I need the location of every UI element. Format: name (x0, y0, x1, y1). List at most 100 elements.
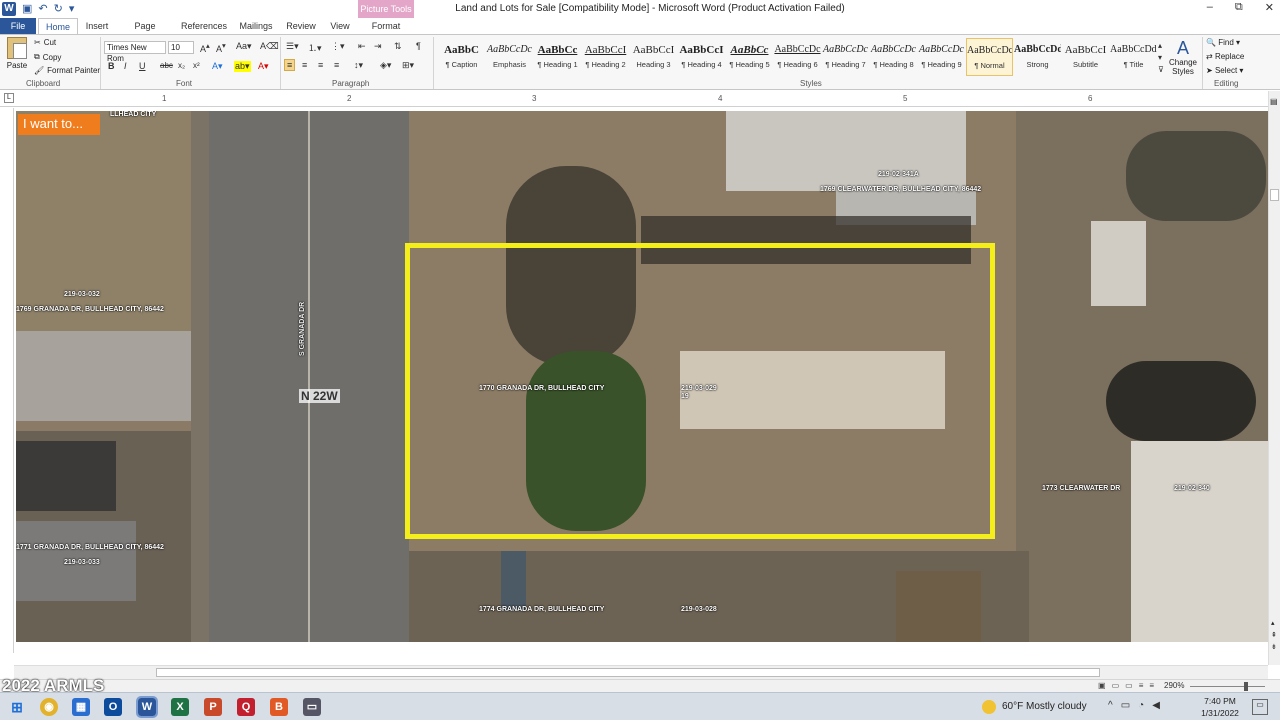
monitor-icon[interactable]: ▭ (303, 698, 321, 716)
bullets-icon[interactable]: ☰▾ (286, 41, 299, 52)
select-button[interactable]: ➤ Select ▾ (1206, 66, 1243, 75)
word-logo-icon[interactable]: W (2, 2, 16, 16)
font-size-select[interactable]: 10 (168, 41, 194, 54)
tab-home[interactable]: Home (38, 18, 78, 34)
align-left-icon[interactable]: ≡ (284, 59, 296, 71)
bold-button[interactable]: B (108, 61, 115, 71)
minimize-button[interactable]: – (1207, 1, 1213, 14)
zoom-slider-thumb[interactable] (1244, 682, 1248, 691)
borders-icon[interactable]: ⊞▾ (402, 60, 414, 71)
text-effects-icon[interactable]: A▾ (212, 61, 223, 72)
explorer-icon[interactable]: ▦ (72, 698, 90, 716)
font-color-icon[interactable]: A▾ (258, 61, 269, 72)
tab-file[interactable]: File (0, 18, 36, 34)
weather-text[interactable]: 60°F Mostly cloudy (1002, 701, 1087, 712)
copy-button[interactable]: ⧉ Copy (34, 52, 61, 62)
web-layout-icon[interactable]: ▭ (1125, 681, 1133, 690)
draft-icon[interactable]: ≡ (1149, 681, 1154, 690)
align-center-icon[interactable]: ≡ (302, 60, 307, 70)
scroll-up-icon[interactable]: ▴ (1271, 619, 1275, 627)
outline-icon[interactable]: ≡ (1139, 681, 1144, 690)
tab-selector-icon[interactable]: L (4, 93, 14, 103)
print-layout-icon[interactable]: ▣ (1098, 681, 1106, 690)
style-item[interactable]: AaBbCcI Heading 3 (630, 38, 677, 76)
align-right-icon[interactable]: ≡ (318, 60, 323, 70)
font-name-select[interactable]: Times New Rom (104, 41, 166, 63)
ruler-toggle-icon[interactable]: ▤ (1270, 97, 1278, 106)
weather-icon[interactable] (982, 700, 996, 714)
next-page-icon[interactable]: ⇟ (1271, 643, 1277, 651)
vertical-scroll-thumb[interactable] (1270, 189, 1279, 201)
restore-button[interactable]: ⧉ (1235, 1, 1243, 14)
replace-button[interactable]: ⇄ Replace (1206, 52, 1244, 61)
style-item[interactable]: AaBbCcI Subtitle (1062, 38, 1109, 76)
styles-scroll-down-icon[interactable]: ▾ (1158, 53, 1162, 62)
underline-button[interactable]: U (139, 61, 146, 71)
style-item[interactable]: AaBbCc ¶ Heading 1 (534, 38, 581, 76)
highlight-icon[interactable]: ab▾ (234, 61, 251, 72)
undo-icon[interactable]: ↶ (38, 2, 47, 16)
windows-start-icon[interactable]: ⊞ (8, 698, 26, 716)
quickbooks-icon[interactable]: Q (237, 698, 255, 716)
italic-button[interactable]: I (124, 61, 127, 71)
horizontal-ruler[interactable]: L 1 2 3 4 5 6 (0, 91, 1268, 107)
tab-format[interactable]: Format (364, 18, 408, 34)
sort-icon[interactable]: ⇅ (394, 41, 402, 52)
chrome-icon[interactable]: ◉ (40, 698, 58, 716)
style-item[interactable]: AaBbCcDdI ¶ Title (1110, 38, 1157, 76)
horizontal-scroll-thumb[interactable] (156, 668, 1100, 677)
view-buttons[interactable]: ▣ ▭ ▭ ≡ ≡ (1098, 681, 1154, 690)
styles-scroll-up-icon[interactable]: ▴ (1158, 41, 1162, 50)
find-button[interactable]: 🔍 Find ▾ (1206, 38, 1240, 47)
outlook-icon[interactable]: O (104, 698, 122, 716)
style-item[interactable]: AaBbCcI ¶ Heading 4 (678, 38, 725, 76)
close-button[interactable]: ✕ (1265, 1, 1274, 14)
tab-view[interactable]: View (326, 18, 354, 34)
vertical-scrollbar[interactable]: ▤ ▴ ⇞ ⇟ (1268, 91, 1280, 665)
style-item[interactable]: AaBbCcI ¶ Heading 2 (582, 38, 629, 76)
vertical-ruler[interactable] (0, 108, 14, 653)
customize-qat-icon[interactable]: ▾ (69, 2, 75, 16)
numbering-icon[interactable]: ⒈▾ (308, 41, 322, 54)
save-icon[interactable]: ▣ (22, 2, 32, 16)
style-item[interactable]: AaBbCcDc ¶ Heading 6 (774, 38, 821, 76)
decrease-indent-icon[interactable]: ⇤ (358, 41, 366, 52)
styles-more-icon[interactable]: ⊽ (1158, 65, 1164, 74)
increase-indent-icon[interactable]: ⇥ (374, 41, 382, 52)
style-item[interactable]: AaBbCcDc ¶ Heading 8 (870, 38, 917, 76)
shading-icon[interactable]: ◈▾ (380, 60, 391, 71)
grow-font-icon[interactable]: A▴ (200, 41, 210, 54)
tab-review[interactable]: Review (284, 18, 318, 34)
strikethrough-button[interactable]: abc (160, 61, 173, 70)
change-case-icon[interactable]: Aa▾ (236, 41, 252, 52)
network-icon[interactable]: ▭ (1121, 700, 1130, 711)
previous-page-icon[interactable]: ⇞ (1271, 631, 1277, 639)
notifications-icon[interactable]: ▭ (1252, 699, 1268, 715)
brave-icon[interactable]: B (270, 698, 288, 716)
excel-icon[interactable]: X (171, 698, 189, 716)
wifi-icon[interactable]: ◔ (1138, 700, 1144, 711)
redo-icon[interactable]: ↻ (54, 2, 63, 16)
justify-icon[interactable]: ≡ (334, 60, 339, 70)
tab-mailings[interactable]: Mailings (237, 18, 275, 34)
shrink-font-icon[interactable]: A▾ (216, 41, 226, 54)
zoom-level[interactable]: 290% (1164, 681, 1184, 690)
i-want-to-button[interactable]: I want to... (18, 114, 100, 135)
clear-formatting-icon[interactable]: A⌫ (260, 41, 279, 52)
horizontal-scrollbar[interactable] (14, 665, 1268, 679)
show-formatting-icon[interactable]: ¶ (416, 41, 421, 51)
volume-icon[interactable]: ◀ (1152, 700, 1160, 711)
style-item[interactable]: AaBbCcDc ¶ Heading 9 (918, 38, 965, 76)
document-page[interactable]: 219-02-341A 1769 CLEARWATER DR, BULLHEAD… (14, 108, 1268, 653)
format-painter-button[interactable]: 🖌 Format Painter (34, 66, 100, 75)
paste-button[interactable]: Paste (4, 37, 30, 70)
style-item[interactable]: AaBbCcDc ¶ Heading 7 (822, 38, 869, 76)
clock[interactable]: 7:40 PM 1/31/2022 (1200, 695, 1240, 719)
style-item[interactable]: AaBbCcDd Strong (1014, 38, 1061, 76)
zoom-slider[interactable] (1190, 686, 1265, 687)
tab-references[interactable]: References (180, 18, 228, 34)
tab-insert[interactable]: Insert (84, 18, 110, 34)
style-item[interactable]: AaBbCcDc Emphasis (486, 38, 533, 76)
multilevel-list-icon[interactable]: ⋮▾ (331, 41, 345, 52)
change-styles-button[interactable]: A Change Styles (1168, 38, 1198, 76)
